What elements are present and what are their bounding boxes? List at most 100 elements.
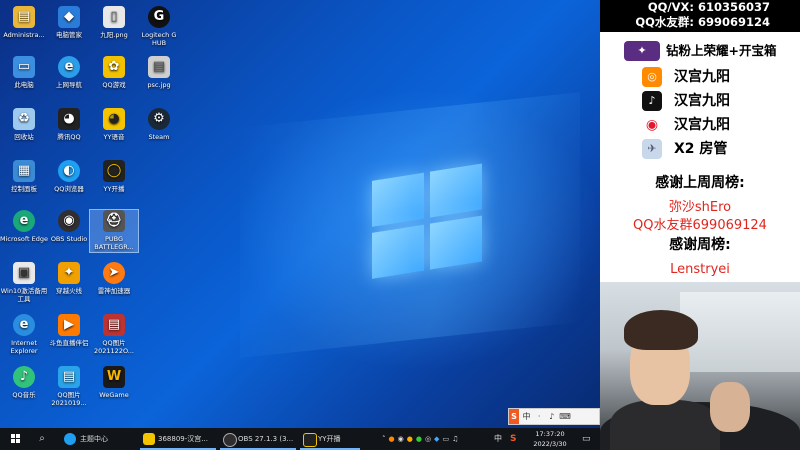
windows-start-icon [11,434,21,444]
keyboard-icon[interactable]: ⌨ [559,409,571,424]
taskbar-theme-center[interactable]: 主题中心 [62,428,132,450]
desktop[interactable]: ▤ Administra... ▭ 此电脑 ♻ 回收站 ▦ 控制面板 e Microsof… [0,0,600,428]
last-week-name: 弥沙shEro [668,200,732,215]
desktop-icon-logitech[interactable]: G Logitech G HUB [135,6,183,47]
image-file-icon: ▤ [58,366,80,388]
weibo-icon: ◉ [642,115,662,135]
desktop-icon-qq-games[interactable]: ✿ QQ游戏 [90,56,138,89]
volume-icon[interactable]: ♫ [452,435,461,443]
microphone-icon[interactable]: ♪ [547,409,557,424]
clock-date: 2022/3/30 [533,440,567,448]
taskbar-app-obs[interactable]: OBS 27.1.3 (3... [220,428,296,450]
desktop-icon-crossfire[interactable]: ✦ 穿越火线 [45,262,93,295]
car-window [680,292,800,372]
ime-toolbar[interactable]: S 中 · ♪ ⌨ [508,408,600,425]
desktop-icon-control-panel[interactable]: ▦ 控制面板 [0,160,48,193]
douyu-icon: ▶ [58,314,80,336]
yy-live-icon: ◯ [103,160,125,182]
person-hair [624,310,698,350]
shield-icon: ◆ [58,6,80,28]
image-file-icon: ▤ [103,314,125,336]
desktop-icon-pc-manager[interactable]: ◆ 电脑管家 [45,6,93,39]
person-hand [710,382,750,432]
qq-icon: ◕ [58,108,80,130]
person-body [610,400,720,450]
sogou-tray-icon[interactable]: S [510,428,522,450]
logitech-icon: G [148,6,170,28]
tray-app-icon[interactable]: ● [389,435,398,443]
desktop-icon-recycle-bin[interactable]: ♻ 回收站 [0,108,48,141]
notification-icon[interactable]: ▭ [582,428,596,450]
last-week-name: QQ水友群699069124 [633,218,767,233]
desktop-icon-qq-image-2[interactable]: ▤ QQ图片 2021019... [45,366,93,407]
badge-icon: ✦ [624,41,660,61]
tray-language-indicator[interactable]: 中 [494,428,506,450]
ime-punct-toggle[interactable]: · [534,409,544,424]
desktop-icon-administrator[interactable]: ▤ Administra... [0,6,48,39]
desktop-icon-qq-browser[interactable]: ◐ QQ浏览器 [45,160,93,193]
desktop-icon-wegame[interactable]: W WeGame [90,366,138,399]
promo-row-kuaishou: ◎ 汉宫九阳 [600,66,800,88]
ie-icon: e [13,314,35,336]
yy-voice-icon [143,433,155,445]
desktop-icon-pubg[interactable]: ⛑ PUBG BATTLEGR... [89,209,139,253]
desktop-icon-tencent-qq[interactable]: ◕ 腾讯QQ [45,108,93,141]
jet-icon: ✈ [642,139,662,159]
desktop-icon-yy-voice[interactable]: ◕ YY语音 [90,108,138,141]
desktop-icon-web-nav[interactable]: e 上网导航 [45,56,93,89]
qq-game-icon: ✿ [103,56,125,78]
yy-voice-icon: ◕ [103,108,125,130]
promo-row-admin: ✈ X2 房管 [600,138,800,160]
promo-row-badge: ✦ 钻粉上荣耀+开宝箱 [600,40,800,62]
wegame-icon: W [103,366,125,388]
ime-mode-toggle[interactable]: 中 [522,409,532,424]
desktop-icon-qq-image-1[interactable]: ▤ QQ图片 2021122O... [90,314,138,355]
tray-obs-icon[interactable]: ◉ [398,435,407,443]
contact-qq-group: QQ水友群: 699069124 [635,15,770,29]
desktop-icon-qq-music[interactable]: ♪ QQ音乐 [0,366,48,399]
desktop-icon-ie[interactable]: e Internet Explorer [0,314,48,355]
desktop-icon-steam[interactable]: ⚙ Steam [135,108,183,141]
recycle-bin-icon: ♻ [13,108,35,130]
crossfire-icon: ✦ [58,262,80,284]
desktop-icon-psc-jpg[interactable]: ▤ psc.jpg [135,56,183,89]
taskbar-app-yy-live[interactable]: YY开播 [300,428,360,450]
taskbar: ⌕ 主题中心 368809-汉宫... OBS 27.1.3 (3... YY开… [0,428,600,450]
desktop-icon-obs-studio[interactable]: ◉ OBS Studio [45,210,93,243]
contact-qq-vx: QQ/VX: 610356037 [647,0,770,14]
taskbar-clock[interactable]: 17:37:20 2022/3/30 [526,429,574,449]
desktop-icon-this-pc[interactable]: ▭ 此电脑 [0,56,48,89]
image-file-icon: ▤ [148,56,170,78]
taskbar-app-yy[interactable]: 368809-汉宫... [140,428,216,450]
tray-app-icon[interactable]: ◎ [425,435,434,443]
pubg-icon: ⛑ [103,210,125,232]
promo-row-tiktok: ♪ 汉宫九阳 [600,90,800,112]
tool-icon: ▣ [13,262,35,284]
computer-icon: ▭ [13,56,35,78]
obs-icon: ◉ [58,210,80,232]
webcam-feed [600,282,800,450]
desktop-icon-yy-live[interactable]: ◯ YY开播 [90,160,138,193]
clock-time: 17:37:20 [535,430,565,438]
desktop-icon-thunder[interactable]: ➤ 雷神加速器 [90,262,138,295]
sogou-icon[interactable]: S [509,409,519,424]
qq-browser-icon [64,433,76,445]
steam-icon: ⚙ [148,108,170,130]
desktop-icon-douyu[interactable]: ▶ 斗鱼直播伴侣 [45,314,93,347]
desktop-icon-edge[interactable]: e Microsoft Edge [0,210,48,243]
user-folder-icon: ▤ [13,6,35,28]
promo-row-weibo: ◉ 汉宫九阳 [600,114,800,136]
image-file-icon: ▯ [103,6,125,28]
system-tray[interactable]: ˄●◉●●◎◆▭♫ [382,428,492,450]
tiktok-icon: ♪ [642,91,662,111]
stream-overlay-panel: ✦ 钻粉上荣耀+开宝箱 ◎ 汉宫九阳 ♪ 汉宫九阳 ◉ 汉宫九阳 ✈ X2 房管… [600,0,800,282]
tray-app-icon[interactable]: ● [416,435,425,443]
obs-icon [223,433,237,447]
thanks-week-heading: 感谢周榜: [669,237,731,253]
network-icon[interactable]: ▭ [442,435,452,443]
desktop-icon-jiuyang-png[interactable]: ▯ 九阳.png [90,6,138,39]
tray-app-icon[interactable]: ● [407,435,416,443]
desktop-icon-win10-tool[interactable]: ▣ Win10激活备用工具 [0,262,48,303]
start-button[interactable] [4,428,28,450]
search-icon[interactable]: ⌕ [34,428,50,450]
